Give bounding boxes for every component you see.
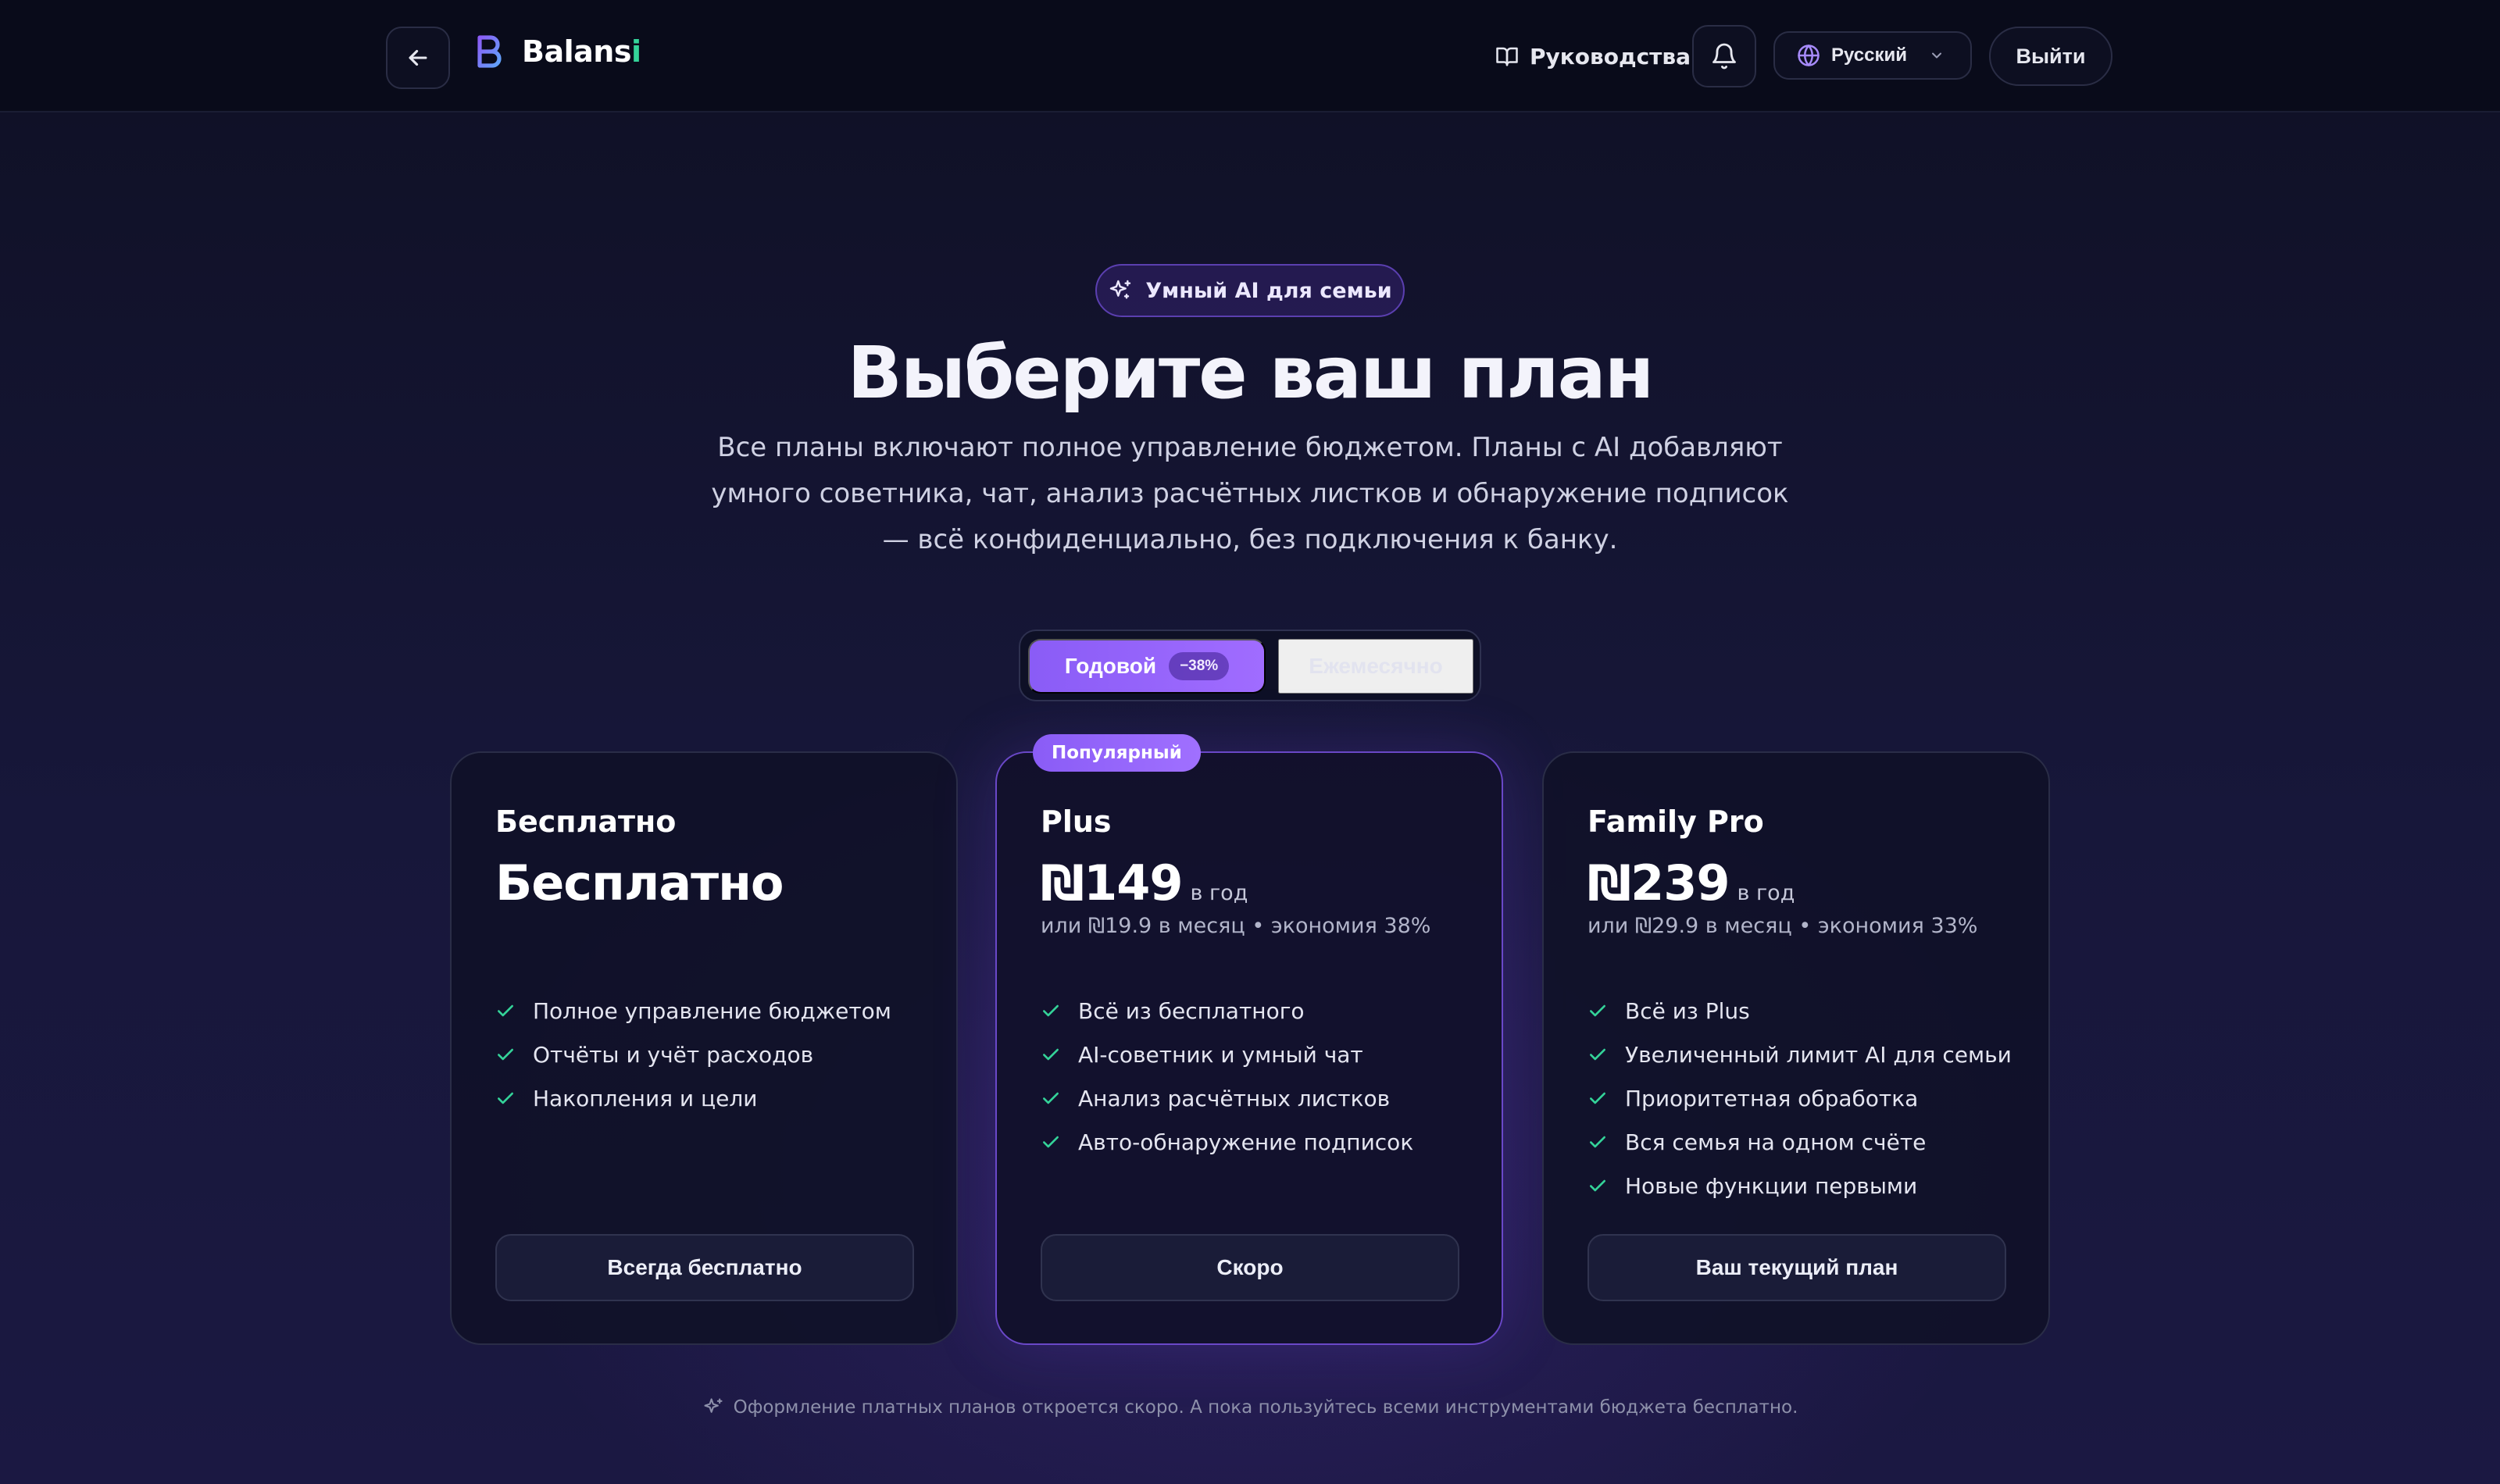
feature-item: Накопления и цели — [495, 1076, 891, 1120]
feature-text: Полное управление бюджетом — [533, 997, 891, 1024]
popular-badge: Популярный — [1033, 734, 1201, 772]
feature-text: AI-советник и умный чат — [1078, 1041, 1363, 1068]
check-icon — [1590, 1048, 1605, 1061]
feature-item: Вся семья на одном счёте — [1588, 1120, 2012, 1164]
plan-price: ₪239 в год — [1588, 854, 1795, 917]
page-title: Выберите ваш план — [847, 331, 1655, 415]
billing-period-toggle: Годовой −38% Ежемесячно — [1019, 630, 1481, 701]
logout-button[interactable]: Выйти — [1989, 27, 2112, 86]
feature-text: Увеличенный лимит AI для семьи — [1625, 1041, 2012, 1068]
badge-label: Умный AI для семьи — [1145, 278, 1392, 303]
page-subtitle: Все планы включают полное управление бюд… — [711, 432, 1789, 555]
guides-label: Руководства — [1530, 43, 1691, 70]
check-icon — [1043, 1136, 1059, 1148]
sparkles-icon — [704, 1398, 723, 1413]
notifications-button[interactable] — [1692, 25, 1756, 87]
plan-features: Всё из Plus Увеличенный лимит AI для сем… — [1588, 989, 2012, 1208]
plan-card-plus: Популярный Plus ₪149 в год или ₪19.9 в м… — [995, 734, 1503, 1345]
plan-price-amount: Бесплатно — [495, 854, 784, 911]
feature-text: Накопления и цели — [533, 1085, 758, 1111]
billing-yearly-tab[interactable]: Годовой −38% — [1028, 639, 1266, 694]
footnote-text: Оформление платных планов откроется скор… — [733, 1397, 1798, 1418]
plan-price-period: в год — [1737, 881, 1795, 905]
check-icon — [1043, 1092, 1059, 1104]
plan-plus-button[interactable]: Скоро — [1041, 1234, 1459, 1301]
bell-icon — [1712, 43, 1736, 70]
plan-price: Бесплатно — [495, 854, 784, 917]
brand-name-prefix: Balans — [522, 34, 631, 69]
plan-price-period: в год — [1190, 881, 1248, 905]
chevron-down-icon — [1931, 52, 1941, 59]
smart-ai-badge: Умный AI для семьи — [1095, 264, 1405, 317]
plan-free-button[interactable]: Всегда бесплатно — [495, 1234, 914, 1301]
check-icon — [1043, 1004, 1059, 1017]
feature-item: Всё из бесплатного — [1041, 989, 1413, 1033]
plan-price-amount: ₪149 — [1041, 854, 1183, 911]
footnote: Оформление платных планов откроется скор… — [0, 1390, 2500, 1425]
language-select[interactable]: Русский — [1773, 31, 1972, 80]
feature-item: Авто-обнаружение подписок — [1041, 1120, 1413, 1164]
brand-name[interactable]: Balans i — [522, 31, 641, 72]
plan-monthly-equivalent: или ₪29.9 в месяц • экономия 33% — [1588, 914, 1978, 938]
arrow-left-icon — [409, 49, 427, 66]
feature-text: Отчёты и учёт расходов — [533, 1041, 814, 1068]
feature-item: Новые функции первыми — [1588, 1164, 2012, 1208]
feature-item: Всё из Plus — [1588, 989, 2012, 1033]
plan-card-family-pro: Family Pro ₪239 в год или ₪29.9 в месяц … — [1542, 751, 2050, 1345]
feature-text: Приоритетная обработка — [1625, 1085, 1919, 1111]
plan-name: Бесплатно — [495, 804, 677, 839]
back-button[interactable] — [386, 27, 450, 89]
plan-features: Полное управление бюджетом Отчёты и учёт… — [495, 989, 891, 1120]
check-icon — [1043, 1048, 1059, 1061]
feature-item: Полное управление бюджетом — [495, 989, 891, 1033]
check-icon — [498, 1004, 513, 1017]
feature-text: Авто-обнаружение подписок — [1078, 1129, 1414, 1155]
check-icon — [1590, 1092, 1605, 1104]
billing-yearly-label: Годовой — [1064, 654, 1157, 678]
check-icon — [498, 1092, 513, 1104]
feature-text: Новые функции первыми — [1625, 1172, 1918, 1199]
plan-price-amount: ₪239 — [1588, 854, 1730, 911]
plan-family-pro-button[interactable]: Ваш текущий план — [1588, 1234, 2006, 1301]
plan-features: Всё из бесплатного AI-советник и умный ч… — [1041, 989, 1413, 1164]
billing-monthly-tab[interactable]: Ежемесячно — [1278, 639, 1473, 694]
plan-price: ₪149 в год — [1041, 854, 1248, 917]
plan-name: Family Pro — [1588, 804, 1764, 839]
check-icon — [1590, 1004, 1605, 1017]
feature-item: AI-советник и умный чат — [1041, 1033, 1413, 1076]
feature-item: Увеличенный лимит AI для семьи — [1588, 1033, 2012, 1076]
plan-monthly-equivalent: или ₪19.9 в месяц • экономия 38% — [1041, 914, 1431, 938]
book-open-icon — [1496, 47, 1518, 66]
feature-text: Анализ расчётных листков — [1078, 1085, 1391, 1111]
yearly-discount-badge: −38% — [1169, 652, 1230, 680]
sparkles-icon — [1110, 280, 1131, 299]
top-header: Balans i Руководства Русский Выйти — [0, 0, 2500, 112]
feature-item: Отчёты и учёт расходов — [495, 1033, 891, 1076]
check-icon — [1590, 1179, 1605, 1192]
plan-name: Plus — [1041, 804, 1112, 839]
feature-text: Всё из бесплатного — [1078, 997, 1305, 1024]
plan-card-free: Бесплатно Бесплатно Полное управление бю… — [450, 751, 958, 1345]
feature-item: Приоритетная обработка — [1588, 1076, 2012, 1120]
check-icon — [1590, 1136, 1605, 1148]
guides-link[interactable]: Руководства — [1495, 34, 1691, 78]
feature-text: Вся семья на одном счёте — [1625, 1129, 1927, 1155]
check-icon — [498, 1048, 513, 1061]
brand-name-accent: i — [630, 34, 641, 69]
globe-icon — [1798, 45, 1820, 66]
feature-item: Анализ расчётных листков — [1041, 1076, 1413, 1120]
language-selected: Русский — [1831, 45, 1907, 66]
feature-text: Всё из Plus — [1625, 997, 1750, 1024]
logo-b-icon — [472, 34, 506, 69]
